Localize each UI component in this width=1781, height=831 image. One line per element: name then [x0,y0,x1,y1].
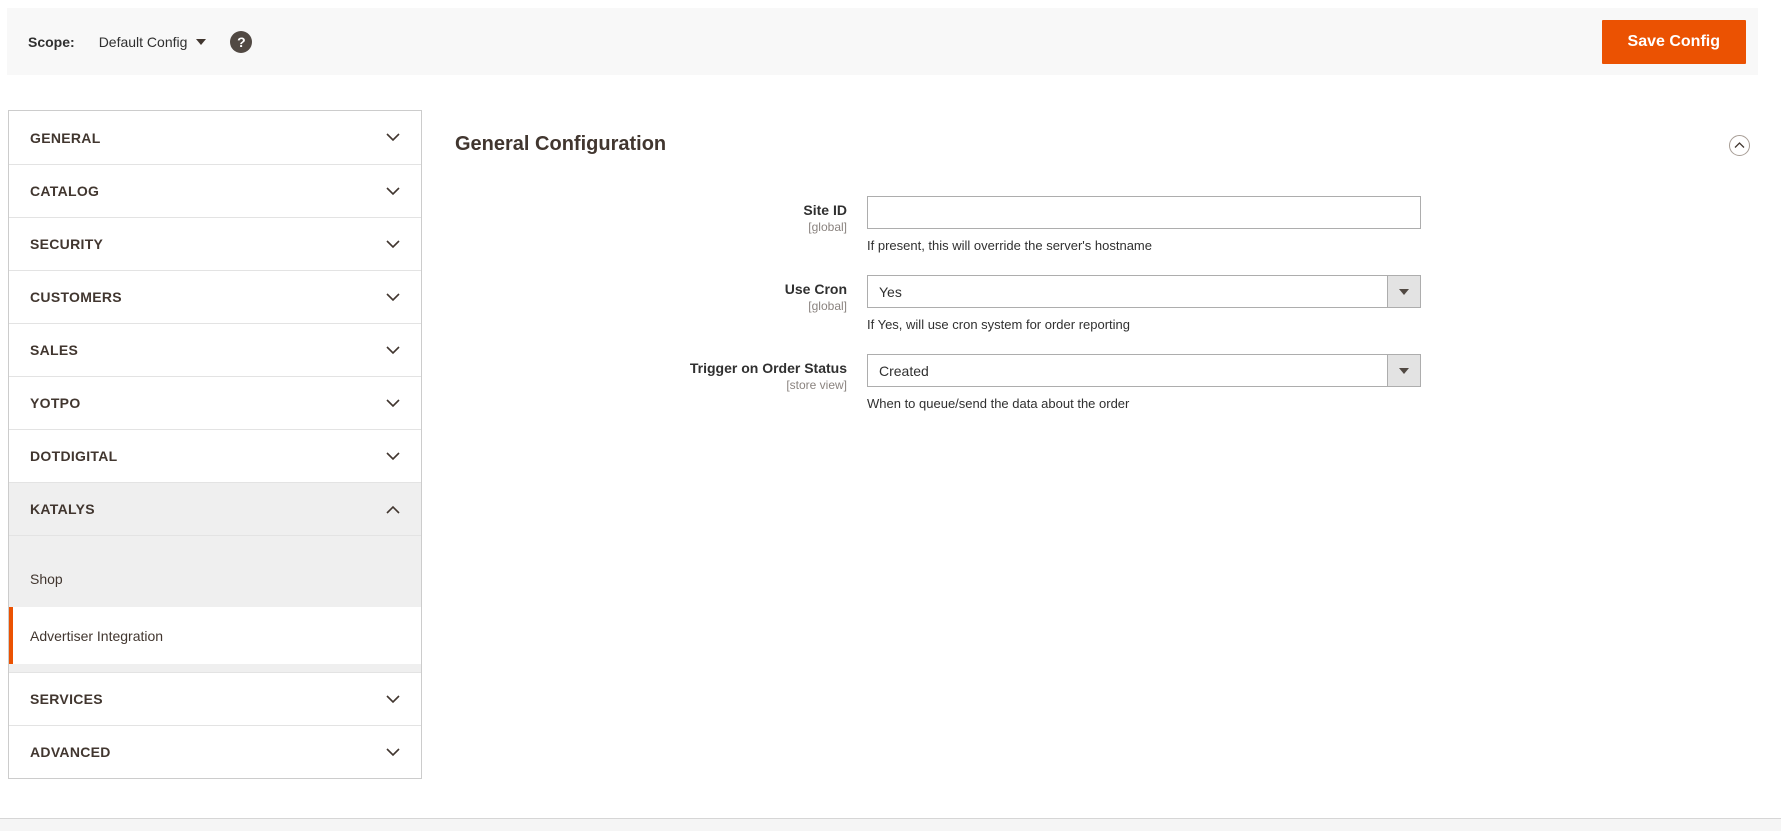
caret-down-icon [196,38,207,45]
sidebar-item-label: DOTDIGITAL [30,448,118,464]
sidebar-item-katalys[interactable]: KATALYS [9,482,421,535]
field-row-use-cron: Use Cron [global] Yes If Yes, will use c… [455,275,1758,334]
chevron-down-icon [386,398,400,407]
field-row-site-id: Site ID [global] If present, this will o… [455,196,1758,255]
site-id-input[interactable] [867,196,1421,229]
sidebar-item-customers[interactable]: CUSTOMERS [9,270,421,323]
scope-switcher-value: Default Config [98,33,188,50]
sidebar-item-label: SECURITY [30,236,104,252]
sidebar-item-advanced[interactable]: ADVANCED [9,725,421,778]
sidebar-item-label: KATALYS [30,501,95,517]
sidebar-item-sales[interactable]: SALES [9,323,421,376]
scope-switcher-dropdown[interactable]: Default Config [99,34,207,50]
field-label-text: Use Cron [784,281,847,297]
select-dropdown-button[interactable] [1387,355,1420,386]
sidebar-item-label: SERVICES [30,691,103,707]
sidebar-item-label: CATALOG [30,183,100,199]
sidebar-item-label: GENERAL [30,129,101,146]
sidebar-subitem-advertiser-integration[interactable]: Advertiser Integration [9,607,421,664]
chevron-down-icon [386,694,400,703]
general-configuration-fieldset: Site ID [global] If present, this will o… [455,196,1758,413]
trigger-on-order-status-select[interactable]: Created [867,354,1421,387]
field-label-text: Trigger on Order Status [689,360,847,376]
field-scope-tag: [global] [808,299,847,313]
config-main-panel: General Configuration Site ID [global] I… [422,110,1758,710]
scope-help-icon[interactable]: ? [230,30,253,53]
use-cron-select[interactable]: Yes [867,275,1421,308]
sidebar-subitem-label: Shop [30,570,63,587]
sidebar-item-label: SALES [30,342,79,358]
sidebar-item-security[interactable]: SECURITY [9,217,421,270]
sidebar-subitem-shop[interactable]: Shop [9,550,421,607]
config-nav-sidebar: GENERAL CATALOG SECURITY CUSTOMERS SALES… [8,110,422,779]
chevron-up-icon [386,505,400,514]
field-control: Created When to queue/send the data abou… [867,354,1421,413]
save-config-button[interactable]: Save Config [1601,19,1746,64]
sidebar-item-catalog[interactable]: CATALOG [9,164,421,217]
question-mark-glyph: ? [237,33,246,50]
sidebar-subitem-label: Advertiser Integration [30,627,164,644]
section-title: General Configuration [455,133,667,155]
select-value: Created [879,362,929,379]
field-control: If present, this will override the serve… [867,196,1421,255]
chevron-down-icon [386,186,400,195]
select-dropdown-button[interactable] [1387,276,1420,307]
chevron-down-icon [386,451,400,460]
sidebar-item-label: CUSTOMERS [30,289,122,305]
sidebar-item-label: ADVANCED [30,744,111,760]
field-label: Trigger on Order Status [store view] [455,354,867,413]
field-note: When to queue/send the data about the or… [867,396,1130,411]
scope-label: Scope: [28,33,75,50]
field-scope-tag: [store view] [786,378,847,392]
chevron-up-icon [1734,142,1745,148]
page-footer-bar [0,818,1781,831]
chevron-down-icon [386,239,400,248]
sidebar-item-general[interactable]: GENERAL [9,111,421,164]
sidebar-item-label: YOTPO [30,395,81,411]
field-row-trigger-on-order-status: Trigger on Order Status [store view] Cre… [455,354,1758,413]
caret-down-icon [1399,367,1409,374]
chevron-down-icon [386,747,400,756]
sidebar-item-dotdigital[interactable]: DOTDIGITAL [9,429,421,482]
select-value: Yes [879,283,902,300]
field-label-text: Site ID [803,202,847,218]
katalys-submenu: Shop Advertiser Integration [9,535,421,672]
field-label: Use Cron [global] [455,275,867,334]
field-control: Yes If Yes, will use cron system for ord… [867,275,1421,334]
field-scope-tag: [global] [808,220,847,234]
chevron-down-icon [386,345,400,354]
chevron-down-icon [386,133,400,142]
caret-down-icon [1399,288,1409,295]
sidebar-item-services[interactable]: SERVICES [9,672,421,725]
config-layout: GENERAL CATALOG SECURITY CUSTOMERS SALES… [8,110,1758,779]
section-collapse-button[interactable] [1729,135,1750,156]
sidebar-item-yotpo[interactable]: YOTPO [9,376,421,429]
field-note: If present, this will override the serve… [867,238,1152,253]
field-note: If Yes, will use cron system for order r… [867,317,1131,332]
chevron-down-icon [386,292,400,301]
scope-toolbar: Scope: Default Config ? Save Config [7,8,1758,75]
field-label: Site ID [global] [455,196,867,255]
